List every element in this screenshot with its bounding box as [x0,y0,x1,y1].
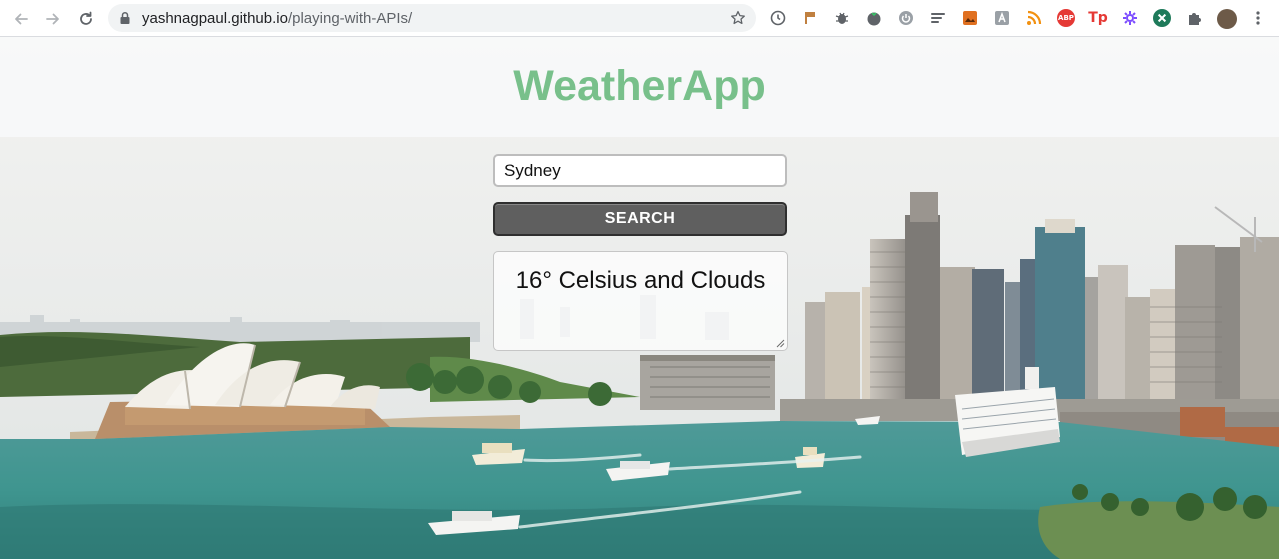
rss-icon[interactable] [1025,9,1043,27]
bookmark-star-icon[interactable] [730,10,746,26]
profile-avatar[interactable] [1217,9,1237,29]
reload-icon [80,11,92,25]
adblock-icon[interactable]: ABP [1057,9,1075,27]
tomato-icon[interactable] [865,9,883,27]
address-bar[interactable]: yashnagpaul.github.io/playing-with-APIs/ [108,4,756,32]
url-text: yashnagpaul.github.io/playing-with-APIs/ [142,10,412,27]
gear-flower-icon[interactable] [1121,9,1139,27]
webpage: WeatherApp SEARCH 16° Celsius and Clouds [0,37,1279,559]
puzzle-icon[interactable] [1185,9,1203,27]
weather-result-textarea[interactable]: 16° Celsius and Clouds [493,251,788,351]
translate-icon[interactable] [993,9,1011,27]
arrow-right-icon [46,13,59,25]
x-icon[interactable] [1153,9,1171,27]
timer-icon[interactable] [769,9,787,27]
menu-dots-icon[interactable] [1249,9,1267,27]
list-icon[interactable] [929,9,947,27]
city-search-input[interactable] [493,154,787,187]
app-title: WeatherApp [513,62,766,110]
arrow-left-icon [15,13,28,25]
back-button[interactable] [10,8,32,30]
resize-grip-icon[interactable] [776,339,785,348]
flag-icon[interactable] [801,9,819,27]
reload-button[interactable] [75,8,97,30]
lock-icon [120,11,130,24]
tp-icon[interactable]: Tp [1088,9,1108,27]
browser-toolbar: yashnagpaul.github.io/playing-with-APIs/… [0,0,1279,37]
bug-icon[interactable] [833,9,851,27]
search-button[interactable]: SEARCH [493,202,787,236]
extensions-bar: ABP Tp [766,7,1279,29]
weather-result-text: 16° Celsius and Clouds [515,267,766,294]
url-host: yashnagpaul.github.io [142,10,288,27]
url-path: /playing-with-APIs/ [287,10,413,27]
power-icon[interactable] [897,9,915,27]
picture-icon[interactable] [961,9,979,27]
forward-button[interactable] [42,8,64,30]
